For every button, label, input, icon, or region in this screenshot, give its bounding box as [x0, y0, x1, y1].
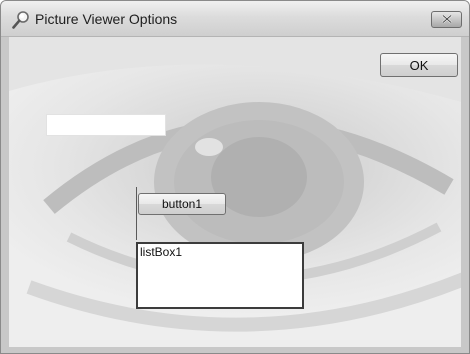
text-box[interactable]	[46, 114, 166, 136]
form-client-area: OK button1 listBox1	[9, 37, 461, 347]
divider-line	[136, 187, 137, 240]
window-title: Picture Viewer Options	[35, 11, 178, 27]
close-button[interactable]	[431, 11, 462, 28]
ok-button-label: OK	[409, 57, 429, 73]
list-box[interactable]: listBox1	[136, 242, 304, 309]
list-item[interactable]: listBox1	[140, 245, 300, 259]
title-bar[interactable]: Picture Viewer Options	[1, 1, 469, 37]
button1-label: button1	[161, 197, 203, 211]
close-icon	[441, 11, 453, 29]
picture-viewer-options-window: Picture Viewer Options OK button1 listBo…	[0, 0, 470, 354]
magnifier-icon	[11, 10, 31, 30]
button1[interactable]: button1	[138, 193, 226, 215]
ok-button[interactable]: OK	[380, 53, 458, 77]
